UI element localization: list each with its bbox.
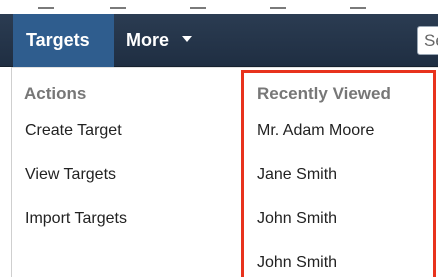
menu-item-view-targets[interactable]: View Targets	[25, 166, 116, 184]
menu-item-create-target[interactable]: Create Target	[25, 122, 122, 140]
menu-item-import-targets[interactable]: Import Targets	[25, 210, 127, 228]
recent-item-adam-moore[interactable]: Mr. Adam Moore	[257, 122, 374, 140]
search-input-text: Se	[424, 31, 438, 50]
recent-item-john-smith[interactable]: John Smith	[257, 210, 337, 228]
decorative-dash	[190, 7, 206, 9]
recent-item-jane-smith[interactable]: Jane Smith	[257, 166, 337, 184]
search-input[interactable]: Se	[417, 26, 438, 55]
top-navbar: Targets More Se	[0, 14, 438, 67]
top-strip	[0, 0, 438, 14]
tab-more-label: More	[126, 30, 170, 50]
actions-heading: Actions	[24, 84, 87, 103]
decorative-dash	[270, 7, 286, 9]
decorative-dash	[38, 7, 54, 9]
tab-targets-label: Targets	[26, 30, 90, 50]
decorative-dash	[350, 7, 366, 9]
tab-targets[interactable]: Targets	[13, 14, 114, 67]
decorative-dash	[110, 7, 126, 9]
caret-down-icon	[182, 36, 193, 43]
recent-item-john-smith-2[interactable]: John Smith	[257, 254, 337, 272]
tab-more[interactable]: More	[114, 14, 204, 67]
recently-viewed-heading: Recently Viewed	[257, 84, 391, 103]
